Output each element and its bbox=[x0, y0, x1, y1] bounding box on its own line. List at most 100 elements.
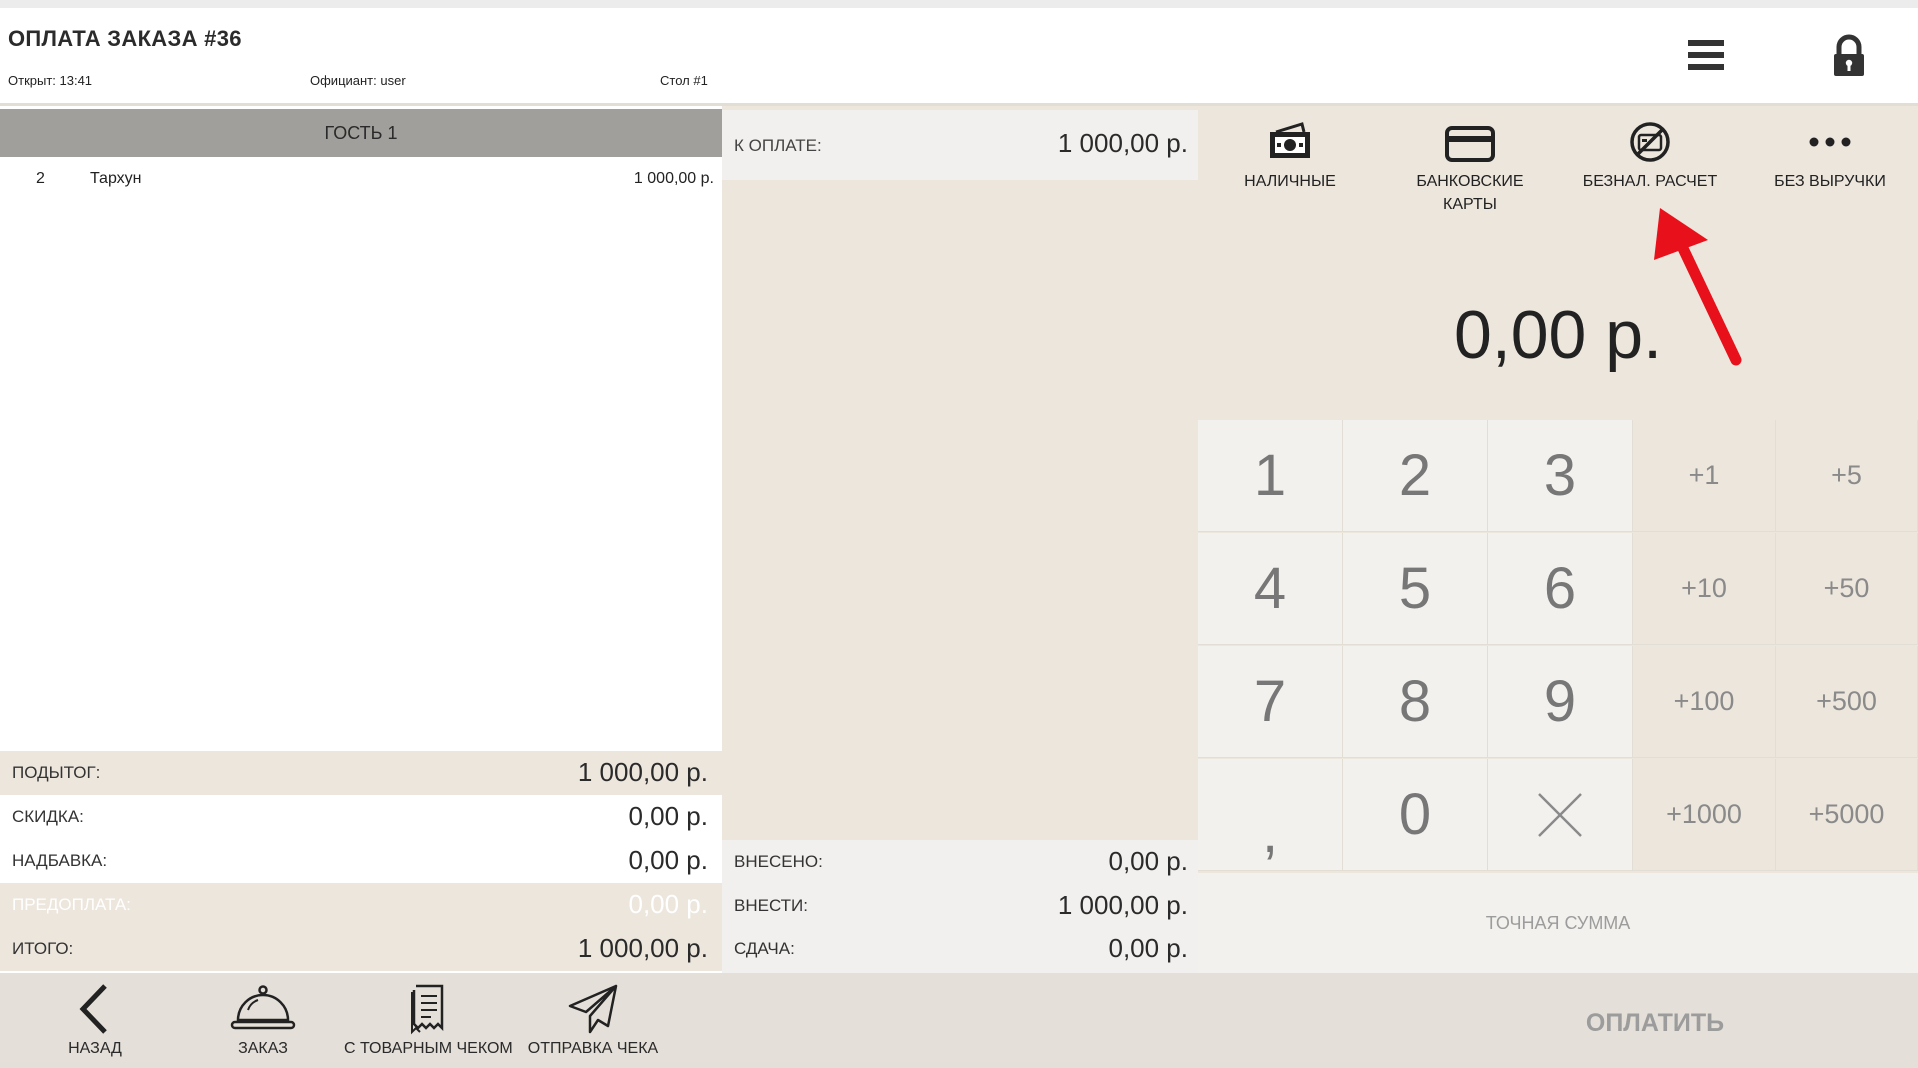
to-pay-value: 1 000,00 р. bbox=[1057, 890, 1188, 920]
total-label: ИТОГО: bbox=[12, 939, 74, 958]
bank-cards-method-button[interactable]: БАНКОВСКИЕ КАРТЫ bbox=[1380, 110, 1560, 226]
page-title: ОПЛАТА ЗАКАЗА #36 bbox=[8, 26, 242, 51]
order-button[interactable]: ЗАКАЗ bbox=[208, 978, 318, 1068]
back-button[interactable]: НАЗАД bbox=[40, 978, 150, 1068]
key-plus-50[interactable]: +50 bbox=[1776, 533, 1918, 645]
key-7[interactable]: 7 bbox=[1198, 646, 1343, 758]
window-top-strip bbox=[0, 0, 1918, 8]
with-receipt-label: С ТОВАРНЫМ ЧЕКОМ bbox=[344, 1040, 513, 1057]
key-plus-5-label: +5 bbox=[1831, 460, 1862, 490]
key-plus-1000[interactable]: +1000 bbox=[1633, 759, 1776, 871]
key-plus-5000[interactable]: +5000 bbox=[1776, 759, 1918, 871]
prepayment-label: ПРЕДОПЛАТА: bbox=[12, 895, 131, 914]
amount-due-label: К ОПЛАТЕ: bbox=[734, 136, 822, 155]
key-9[interactable]: 9 bbox=[1488, 646, 1633, 758]
key-0[interactable]: 0 bbox=[1343, 759, 1488, 871]
key-plus-10[interactable]: +10 bbox=[1633, 533, 1776, 645]
clear-key[interactable] bbox=[1488, 759, 1633, 871]
key-plus-500[interactable]: +500 bbox=[1776, 646, 1918, 758]
surcharge-row[interactable]: НАДБАВКА: 0,00 р. bbox=[0, 839, 722, 883]
bank-cards-method-label: БАНКОВСКИЕ КАРТЫ bbox=[1380, 170, 1560, 216]
to-pay-label: ВНЕСТИ: bbox=[734, 896, 808, 915]
paid-row: ВНЕСЕНО: 0,00 р. bbox=[722, 840, 1198, 884]
key-plus-5[interactable]: +5 bbox=[1776, 420, 1918, 532]
table-label: Стол #1 bbox=[660, 73, 708, 88]
lock-icon bbox=[1834, 34, 1864, 76]
discount-row[interactable]: СКИДКА: 0,00 р. bbox=[0, 795, 722, 839]
amount-display: 0,00 р. bbox=[1454, 297, 1662, 373]
noncash-method-button[interactable]: БЕЗНАЛ. РАСЧЕТ bbox=[1560, 110, 1740, 226]
order-item-row[interactable]: 2 Тархун 1 000,00 р. bbox=[0, 170, 722, 200]
key-4-label: 4 bbox=[1253, 556, 1287, 621]
hamburger-icon bbox=[1688, 40, 1724, 70]
key-6-label: 6 bbox=[1543, 556, 1577, 621]
send-receipt-button[interactable]: ОТПРАВКА ЧЕКА bbox=[524, 978, 662, 1068]
prepayment-value: 0,00 р. bbox=[628, 889, 708, 919]
key-plus-10-label: +10 bbox=[1681, 573, 1727, 603]
key-plus-100-label: +100 bbox=[1673, 686, 1735, 716]
key-2-label: 2 bbox=[1398, 443, 1432, 508]
change-row: СДАЧА: 0,00 р. bbox=[722, 927, 1198, 971]
menu-button[interactable] bbox=[1680, 30, 1732, 82]
cash-method-button[interactable]: НАЛИЧНЫЕ bbox=[1200, 110, 1380, 226]
noncash-method-label: БЕЗНАЛ. РАСЧЕТ bbox=[1582, 173, 1718, 190]
key-6[interactable]: 6 bbox=[1488, 533, 1633, 645]
pay-button[interactable]: ОПЛАТИТЬ bbox=[1530, 995, 1780, 1051]
key-plus-1[interactable]: +1 bbox=[1633, 420, 1776, 532]
key-7-label: 7 bbox=[1253, 669, 1287, 734]
surcharge-label: НАДБАВКА: bbox=[12, 851, 108, 870]
exact-amount-button[interactable]: ТОЧНАЯ СУММА bbox=[1198, 873, 1918, 973]
key-plus-100[interactable]: +100 bbox=[1633, 646, 1776, 758]
paid-label: ВНЕСЕНО: bbox=[734, 852, 823, 871]
pay-label: ОПЛАТИТЬ bbox=[1585, 1008, 1725, 1037]
key-comma-label: , bbox=[1261, 800, 1279, 865]
change-label: СДАЧА: bbox=[734, 939, 795, 958]
with-receipt-button[interactable]: С ТОВАРНЫМ ЧЕКОМ bbox=[344, 978, 513, 1068]
change-value: 0,00 р. bbox=[1108, 933, 1188, 963]
discount-value: 0,00 р. bbox=[628, 801, 708, 831]
key-4[interactable]: 4 bbox=[1198, 533, 1343, 645]
guest-label: ГОСТЬ 1 bbox=[324, 122, 398, 143]
paid-value: 0,00 р. bbox=[1108, 846, 1188, 876]
back-label: НАЗАД bbox=[68, 1040, 122, 1057]
key-0-label: 0 bbox=[1398, 782, 1432, 847]
key-3[interactable]: 3 bbox=[1488, 420, 1633, 532]
order-label: ЗАКАЗ bbox=[238, 1040, 288, 1057]
surcharge-value: 0,00 р. bbox=[628, 845, 708, 875]
subtotal-value: 1 000,00 р. bbox=[577, 757, 708, 787]
lock-button[interactable] bbox=[1826, 30, 1872, 82]
key-8-label: 8 bbox=[1398, 669, 1432, 734]
bank-cards-line1: БАНКОВСКИЕ bbox=[1416, 173, 1524, 190]
item-quantity: 2 bbox=[36, 170, 45, 187]
key-9-label: 9 bbox=[1543, 669, 1577, 734]
to-pay-row: ВНЕСТИ: 1 000,00 р. bbox=[722, 884, 1198, 928]
amount-due-value: 1 000,00 р. bbox=[1057, 128, 1188, 158]
key-8[interactable]: 8 bbox=[1343, 646, 1488, 758]
no-revenue-method-button[interactable]: БЕЗ ВЫРУЧКИ bbox=[1740, 110, 1918, 226]
credit-card-icon bbox=[1445, 126, 1495, 162]
key-plus-50-label: +50 bbox=[1823, 573, 1870, 603]
key-comma[interactable]: , bbox=[1198, 759, 1343, 871]
key-3-label: 3 bbox=[1543, 443, 1577, 508]
key-plus-5000-label: +5000 bbox=[1808, 799, 1885, 829]
key-2[interactable]: 2 bbox=[1343, 420, 1488, 532]
close-icon bbox=[1538, 792, 1582, 837]
bank-cards-line2: КАРТЫ bbox=[1443, 196, 1497, 213]
key-1-label: 1 bbox=[1253, 443, 1287, 508]
cash-method-label: НАЛИЧНЫЕ bbox=[1244, 173, 1336, 190]
waiter-label: Официант: user bbox=[310, 73, 406, 88]
exact-amount-label: ТОЧНАЯ СУММА bbox=[1485, 912, 1631, 933]
key-1[interactable]: 1 bbox=[1198, 420, 1343, 532]
item-price: 1 000,00 р. bbox=[633, 170, 714, 187]
prepayment-row: ПРЕДОПЛАТА: 0,00 р. bbox=[0, 883, 722, 927]
subtotal-label: ПОДЫТОГ: bbox=[12, 763, 101, 782]
key-plus-500-label: +500 bbox=[1816, 686, 1877, 716]
send-receipt-label: ОТПРАВКА ЧЕКА bbox=[527, 1040, 659, 1057]
key-plus-1000-label: +1000 bbox=[1666, 799, 1742, 829]
item-name: Тархун bbox=[90, 170, 142, 187]
cash-icon bbox=[1270, 122, 1310, 158]
receipt-icon bbox=[411, 984, 444, 1035]
guest-tab[interactable]: ГОСТЬ 1 bbox=[0, 109, 722, 157]
key-5[interactable]: 5 bbox=[1343, 533, 1488, 645]
paper-plane-icon bbox=[568, 984, 618, 1034]
